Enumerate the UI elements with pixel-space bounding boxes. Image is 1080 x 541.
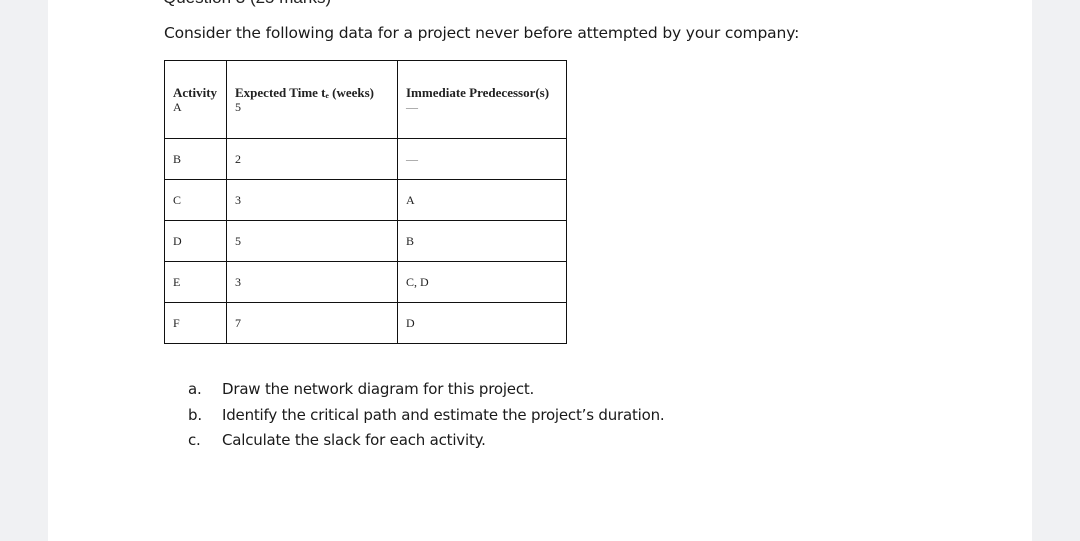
predecessor-header: Immediate Predecessor(s) <box>406 85 550 100</box>
time-cell: 3 <box>226 179 398 221</box>
activity-header: Activity <box>173 85 218 100</box>
predecessor-cell: C, D <box>397 261 567 303</box>
activity-header-cell: Activity A <box>164 60 227 139</box>
activity-table: Activity A Expected Time tₑ (weeks) 5 Im… <box>164 60 567 344</box>
time-cell: 2 <box>226 138 398 180</box>
question-letter: b. <box>188 405 202 424</box>
predecessor-cell: — <box>397 138 567 180</box>
question-heading: Question 3 (25 marks) <box>163 0 331 8</box>
question-text: Identify the critical path and estimate … <box>222 405 665 424</box>
table-row: D 5 B <box>164 220 567 262</box>
table-row: F 7 D <box>164 302 567 344</box>
time-cell: 3 <box>226 261 398 303</box>
activity-cell: B <box>164 138 227 180</box>
document-page: Question 3 (25 marks) Consider the follo… <box>48 0 1032 541</box>
predecessor-value: — <box>406 100 418 114</box>
predecessor-cell: D <box>397 302 567 344</box>
table-row: B 2 — <box>164 138 567 180</box>
question-list: a. Draw the network diagram for this proj… <box>188 380 665 457</box>
time-value: 5 <box>235 100 241 114</box>
table-row: C 3 A <box>164 179 567 221</box>
question-text: Draw the network diagram for this projec… <box>222 380 535 398</box>
time-header-cell: Expected Time tₑ (weeks) 5 <box>226 60 398 139</box>
table-row: E 3 C, D <box>164 261 567 303</box>
question-item: c. Calculate the slack for each activity. <box>188 431 665 457</box>
time-cell: 5 <box>226 220 398 262</box>
table-header-row: Activity A Expected Time tₑ (weeks) 5 Im… <box>164 60 567 139</box>
question-text: Calculate the slack for each activity. <box>222 431 486 449</box>
question-item: b. Identify the critical path and estimat… <box>188 406 665 432</box>
activity-value: A <box>173 100 182 114</box>
intro-text: Consider the following data for a projec… <box>164 24 800 42</box>
activity-cell: D <box>164 220 227 262</box>
activity-cell: E <box>164 261 227 303</box>
activity-cell: C <box>164 179 227 221</box>
predecessor-cell: A <box>397 179 567 221</box>
predecessor-header-cell: Immediate Predecessor(s) — <box>397 60 567 139</box>
predecessor-cell: B <box>397 220 567 262</box>
question-letter: a. <box>188 380 202 398</box>
question-letter: c. <box>188 431 201 449</box>
time-cell: 7 <box>226 302 398 344</box>
time-header: Expected Time tₑ (weeks) <box>235 85 375 100</box>
question-item: a. Draw the network diagram for this proj… <box>188 380 665 406</box>
activity-cell: F <box>164 302 227 344</box>
